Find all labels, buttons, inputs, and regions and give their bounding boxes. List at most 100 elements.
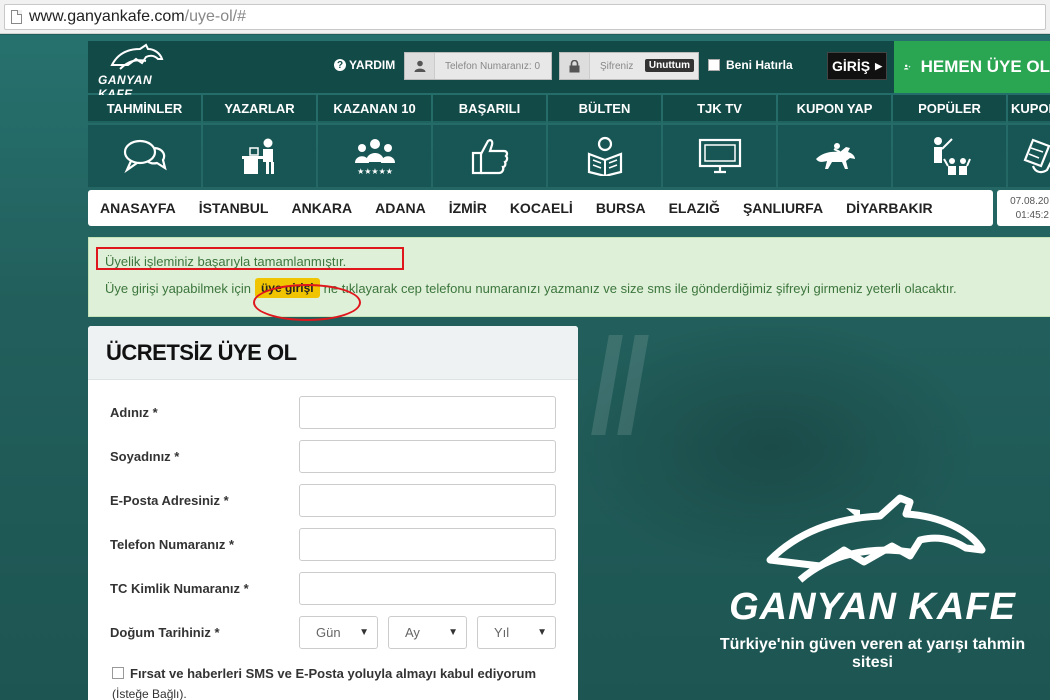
monitor-icon [698,138,741,174]
nav-item-kupon-yap[interactable]: KUPON YAP [778,95,891,187]
form-row-phone: Telefon Numaranız * [88,528,578,562]
winners-group-icon: ★★★★★ [354,139,395,176]
city-item-izmir[interactable]: İZMİR [449,200,487,216]
login-button[interactable]: GİRİŞ ▶ [827,52,887,80]
red-highlight-rectangle [96,247,404,270]
city-item-ankara[interactable]: ANKARA [291,200,352,216]
audience-icon [933,137,971,175]
city-item-diyarbakir[interactable]: DİYARBAKIR [846,200,933,216]
surname-input[interactable] [299,440,556,473]
month-select-value: Ay [405,625,420,640]
remember-label: Beni Hatırla [726,58,793,72]
reading-person-icon [587,136,622,176]
red-highlight-circle [253,284,361,321]
signup-label: HEMEN ÜYE OL [920,57,1050,76]
form-row-birthdate: Doğum Tarihiniz * Gün ▼ Ay ▼ Yıl ▼ [88,616,578,650]
nav-label: KUPON YAP [778,95,891,123]
city-item-adana[interactable]: ADANA [375,200,426,216]
email-input[interactable] [299,484,556,517]
lock-icon [560,53,590,79]
forgot-password-button[interactable]: Unuttum [644,59,694,72]
form-row-tc-id: TC Kimlik Numaranız * [88,572,578,606]
day-select[interactable]: Gün ▼ [299,616,378,649]
browser-address-bar: www.ganyankafe.com/uye-ol/# [0,0,1050,34]
nav-label: KUPONLARI [1008,95,1050,123]
month-select[interactable]: Ay ▼ [388,616,467,649]
category-nav: TAHMİNLER YAZARLAR KAZANAN 10 ★★★★★ BAŞA… [88,95,1050,187]
form-title: ÜCRETSİZ ÜYE OL [88,326,578,380]
password-input[interactable]: Şifreniz Unuttum [559,52,699,80]
nav-item-kuponlari[interactable]: KUPONLARI [1008,95,1050,187]
login-label: GİRİŞ [831,58,871,74]
site-logo[interactable]: GANYAN KAFE [96,43,176,101]
nav-label: TJK TV [663,95,776,123]
nav-item-tahminler[interactable]: TAHMİNLER [88,95,201,187]
password-placeholder: Şifreniz [600,60,634,72]
field-label: Doğum Tarihiniz * [110,625,220,640]
tc-id-input[interactable] [299,572,556,605]
field-label: Telefon Numaranız * [110,537,235,552]
caret-right-icon: ▶ [875,60,883,71]
brand-tagline: Türkiye'nin güven veren at yarışı tahmin… [719,636,1026,671]
brand-block: GANYAN KAFE Türkiye'nin güven veren at y… [700,490,1045,690]
signup-form-card: ÜCRETSİZ ÜYE OL Adınız * Soyadınız * E-P… [88,326,578,700]
field-label: Soyadınız * [110,449,180,464]
time-text: 01:45:2 [1015,210,1049,221]
thumbs-up-icon [471,139,508,175]
day-select-value: Gün [316,625,341,640]
url-path: /uye-ol/# [184,8,247,25]
nav-item-yazarlar[interactable]: YAZARLAR [203,95,316,187]
phone-input[interactable]: Telefon Numaranız: 0 [404,52,552,80]
alert-instruction: Üye girişi yapabilmek için üye girişi ne… [105,278,957,298]
nav-label: POPÜLER [893,95,1006,123]
nav-label: BAŞARILI [433,95,546,123]
svg-text:★★★★★: ★★★★★ [357,167,393,176]
nav-label: KAZANAN 10 [318,95,431,123]
form-row-email: E-Posta Adresiniz * [88,484,578,518]
signup-button[interactable]: HEMEN ÜYE OL [894,41,1050,93]
writer-desk-icon [241,138,274,174]
consent-checkbox-row[interactable]: Fırsat ve haberleri SMS ve E-Posta yoluy… [112,664,552,700]
caret-down-icon: ▼ [448,627,458,638]
form-row-surname: Soyadınız * [88,440,578,474]
alert-text-after: ne tıklayarak cep telefonu numaranızı ya… [323,280,957,296]
nav-item-bulten[interactable]: BÜLTEN [548,95,661,187]
city-item-istanbul[interactable]: İSTANBUL [199,200,269,216]
url-field[interactable]: www.ganyankafe.com/uye-ol/# [4,4,1046,30]
coupon-hand-icon [1023,138,1050,174]
city-item-elazig[interactable]: ELAZIĞ [669,200,720,216]
alert-text-before: Üye girişi yapabilmek için [105,280,251,296]
year-select[interactable]: Yıl ▼ [477,616,556,649]
remember-me-checkbox[interactable]: Beni Hatırla [708,58,793,72]
form-row-name: Adınız * [88,396,578,430]
url-host: www.ganyankafe.com [29,8,185,25]
name-input[interactable] [299,396,556,429]
consent-checkbox[interactable] [112,667,124,679]
phone-placeholder: Telefon Numaranız: 0 [445,60,541,72]
nav-item-basarili[interactable]: BAŞARILI [433,95,546,187]
checkbox-box[interactable] [708,59,720,71]
nav-label: YAZARLAR [203,95,316,123]
user-icon [405,53,435,79]
site-header: GANYAN KAFE ? YARDIM Telefon Numaranız: … [88,41,1050,101]
city-item-bursa[interactable]: BURSA [596,200,646,216]
racing-horse-icon [815,143,855,169]
caret-down-icon: ▼ [537,627,547,638]
add-user-icon [904,64,911,70]
speech-bubbles-icon [123,139,167,174]
field-label: E-Posta Adresiniz * [110,493,229,508]
horse-logo-icon [766,494,986,583]
nav-item-tjk-tv[interactable]: TJK TV [663,95,776,187]
consent-optional-text: (İsteğe Bağlı). [112,687,187,700]
url-text: www.ganyankafe.com/uye-ol/# [29,8,246,26]
city-item-anasayfa[interactable]: ANASAYFA [100,200,176,216]
nav-item-kazanan-10[interactable]: KAZANAN 10 ★★★★★ [318,95,431,187]
nav-label: BÜLTEN [548,95,661,123]
nav-item-populer[interactable]: POPÜLER [893,95,1006,187]
city-item-kocaeli[interactable]: KOCAELİ [510,200,573,216]
city-item-sanliurfa[interactable]: ŞANLIURFA [743,200,823,216]
help-link[interactable]: ? YARDIM [334,58,395,72]
caret-down-icon: ▼ [359,627,369,638]
city-nav: ANASAYFA İSTANBUL ANKARA ADANA İZMİR KOC… [88,190,993,226]
phone-number-input[interactable] [299,528,556,561]
